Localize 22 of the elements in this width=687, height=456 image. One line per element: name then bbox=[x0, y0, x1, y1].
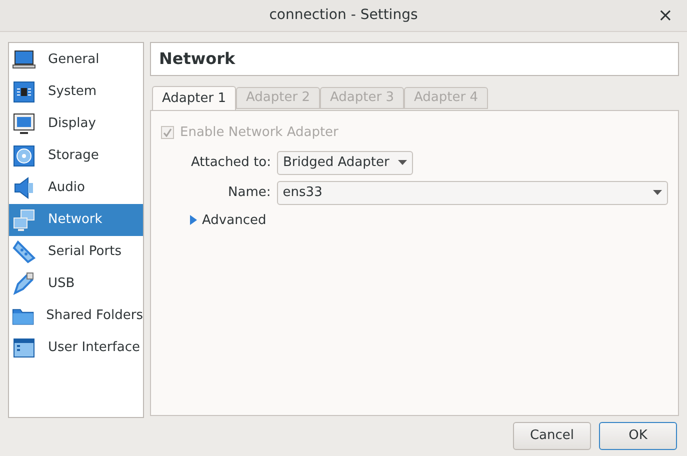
sidebar-item[interactable]: Network bbox=[9, 204, 143, 236]
tab[interactable]: Adapter 1 bbox=[152, 86, 236, 110]
field-label: Name: bbox=[227, 184, 272, 202]
sidebar-item[interactable]: System bbox=[9, 76, 143, 108]
field-label: Attached to: bbox=[190, 154, 272, 172]
advanced-toggle[interactable]: Advanced bbox=[189, 210, 266, 230]
sidebar-item[interactable]: User Interface bbox=[9, 332, 143, 364]
dropdown[interactable]: Bridged Adapter bbox=[277, 150, 413, 174]
sidebar-item[interactable]: USB bbox=[9, 268, 143, 300]
sidebar-item[interactable]: Storage bbox=[9, 140, 143, 172]
page-title: Network bbox=[150, 42, 679, 76]
close-button[interactable]: × bbox=[658, 6, 673, 26]
sidebar-item[interactable]: General bbox=[9, 44, 143, 76]
sidebar-item[interactable]: Shared Folders bbox=[9, 300, 143, 332]
sidebar-item[interactable]: Serial Ports bbox=[9, 236, 143, 268]
combo-box[interactable]: ens33 bbox=[276, 180, 668, 204]
sidebar-item[interactable]: Audio bbox=[9, 172, 143, 204]
sidebar-item[interactable]: Display bbox=[9, 108, 143, 140]
dialog-button[interactable]: OK bbox=[599, 422, 677, 450]
checkbox-label: Enable Network Adapter bbox=[180, 124, 338, 142]
dialog-button[interactable]: Cancel bbox=[513, 422, 591, 450]
window-title: connection - Settings bbox=[269, 6, 418, 25]
